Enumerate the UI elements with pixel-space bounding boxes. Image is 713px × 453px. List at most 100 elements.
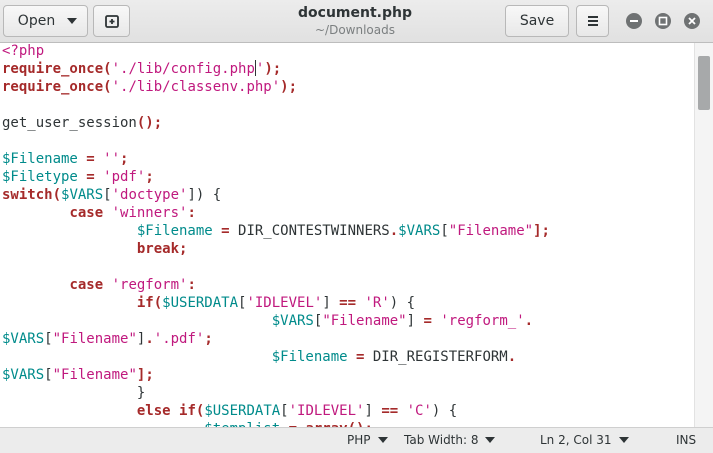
code-token: <?php — [2, 43, 45, 59]
new-document-icon — [104, 15, 119, 28]
code-token: ; — [204, 331, 213, 347]
code-line[interactable]: } — [2, 384, 550, 402]
code-line[interactable] — [2, 96, 550, 114]
chevron-down-icon — [485, 437, 496, 443]
code-line[interactable]: $templist = array(); — [2, 420, 550, 427]
code-token: [ — [280, 403, 289, 419]
minimize-button[interactable] — [626, 13, 642, 29]
code-token: 'pdf' — [103, 169, 146, 185]
code-token: ; — [120, 151, 129, 167]
code-line[interactable]: if($USERDATA['IDLEVEL'] == 'R') { — [2, 294, 550, 312]
code-token: 'C' — [406, 403, 432, 419]
code-token: $VARS — [398, 223, 441, 239]
code-line[interactable]: switch($VARS['doctype']) { — [2, 186, 550, 204]
code-line[interactable]: get_user_session(); — [2, 114, 550, 132]
header-bar: Open document.php ~/Downloads Save — [0, 0, 713, 43]
insert-mode-label: INS — [676, 433, 697, 447]
code-line[interactable]: $Filename = ''; — [2, 150, 550, 168]
code-token: if — [136, 295, 154, 311]
code-token: $VARS — [271, 313, 314, 329]
code-token: require_once — [2, 61, 104, 77]
code-token: . — [507, 349, 517, 365]
code-token: ]; — [533, 223, 550, 239]
code-token: } — [2, 385, 146, 401]
code-token: == — [339, 295, 357, 311]
hamburger-menu-button[interactable] — [576, 5, 609, 37]
chevron-down-icon — [377, 437, 388, 443]
code-token: switch — [2, 187, 53, 203]
code-line[interactable]: $VARS["Filename"]; — [2, 366, 550, 384]
new-document-button[interactable] — [93, 5, 130, 37]
code-token: $Filename — [136, 223, 213, 239]
code-token: = — [212, 223, 239, 239]
code-token: get_user_session — [2, 115, 137, 131]
scrollbar-thumb[interactable] — [698, 56, 710, 110]
code-line[interactable]: case 'winners': — [2, 204, 550, 222]
code-token: $VARS — [2, 367, 45, 383]
code-token: ); — [280, 79, 298, 95]
code-text[interactable]: <?php require_once('./lib/config.php'); re… — [2, 43, 550, 427]
document-path: ~/Downloads — [315, 23, 395, 37]
code-token: $Filename — [271, 349, 348, 365]
code-token: == — [381, 403, 399, 419]
save-button[interactable]: Save — [505, 5, 569, 37]
code-token: = — [423, 313, 432, 329]
code-token: 'R' — [364, 295, 390, 311]
code-line[interactable]: else if($USERDATA['IDLEVEL'] == 'C') { — [2, 402, 550, 420]
code-token: '.pdf' — [153, 331, 205, 347]
code-token: [ — [103, 187, 112, 203]
code-line[interactable]: case 'regform': — [2, 276, 550, 294]
code-line[interactable]: $Filename = DIR_REGISTERFORM. — [2, 348, 550, 366]
code-line[interactable]: require_once('./lib/config.php'); — [2, 60, 550, 78]
code-token: break — [136, 241, 180, 257]
code-token: . — [524, 313, 534, 329]
code-token: . — [389, 223, 399, 239]
code-token: else — [136, 403, 171, 419]
vertical-scrollbar[interactable] — [694, 43, 713, 427]
code-line[interactable]: $VARS["Filename"].'.pdf'; — [2, 330, 550, 348]
code-token: 'winners' — [111, 205, 188, 221]
code-token: "Filename" — [52, 367, 137, 383]
code-token: ( — [103, 61, 112, 77]
code-line[interactable]: <?php — [2, 43, 550, 60]
code-token: ] — [406, 313, 424, 329]
code-line[interactable]: $Filetype = 'pdf'; — [2, 168, 550, 186]
code-line[interactable] — [2, 258, 550, 276]
open-button[interactable]: Open — [3, 5, 88, 37]
code-token: ]) { — [187, 187, 222, 203]
maximize-button[interactable] — [655, 13, 671, 29]
cursor-position[interactable]: Ln 2, Col 31 — [540, 432, 629, 448]
code-token: "Filename" — [52, 331, 137, 347]
code-token: ; — [179, 241, 188, 257]
window-title-area: document.php ~/Downloads — [250, 4, 460, 38]
status-bar: PHP Tab Width: 8 Ln 2, Col 31 INS — [0, 427, 713, 453]
hamburger-icon — [587, 16, 598, 26]
open-button-label: Open — [17, 13, 56, 29]
code-token: $VARS — [61, 187, 104, 203]
code-editor[interactable]: <?php require_once('./lib/config.php'); re… — [0, 43, 713, 427]
code-token: 'IDLEVEL' — [288, 403, 365, 419]
code-token: ) { — [431, 403, 458, 419]
code-token: = — [77, 169, 104, 185]
code-token: $Filetype — [2, 169, 78, 185]
code-line[interactable]: $Filename = DIR_CONTESTWINNERS.$VARS["Fi… — [2, 222, 550, 240]
code-token: ); — [264, 61, 282, 77]
code-line[interactable]: $VARS["Filename"] = 'regform_'. — [2, 312, 550, 330]
language-selector[interactable]: PHP — [347, 432, 388, 448]
code-line[interactable]: require_once('./lib/classenv.php'); — [2, 78, 550, 96]
code-line[interactable]: break; — [2, 240, 550, 258]
code-token: $VARS — [2, 331, 45, 347]
code-token: DIR_CONTESTWINNERS — [238, 223, 390, 239]
code-token: 'regform' — [111, 277, 188, 293]
code-token: ) { — [389, 295, 416, 311]
code-line[interactable] — [2, 132, 550, 150]
code-token: if — [179, 403, 196, 419]
tab-width-selector[interactable]: Tab Width: 8 — [404, 432, 496, 448]
close-button[interactable] — [684, 13, 700, 29]
